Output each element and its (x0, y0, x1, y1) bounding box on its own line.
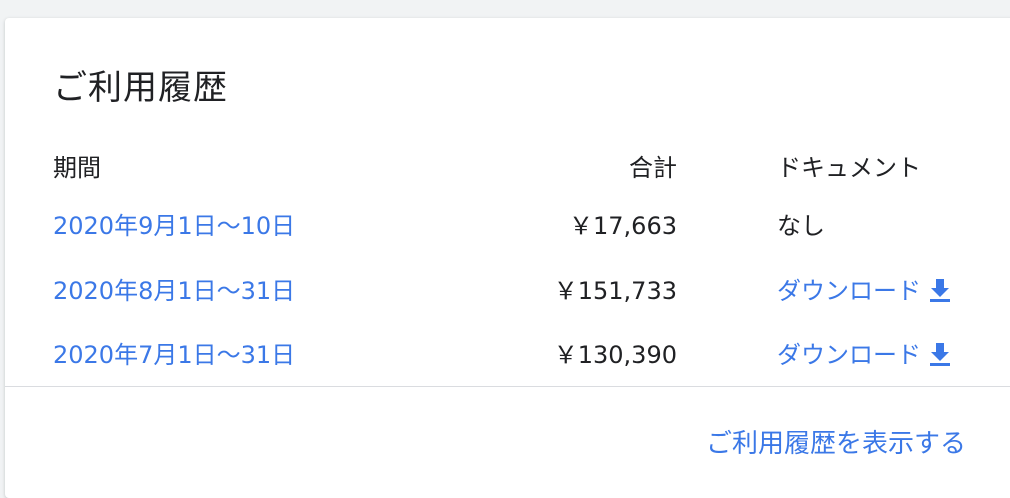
download-link-label: ダウンロード (777, 341, 921, 369)
column-header-period: 期間 (53, 154, 101, 182)
period-link[interactable]: 2020年8月1日～31日 (53, 276, 295, 306)
row-total: ￥17,663 (569, 212, 677, 240)
download-icon (930, 279, 950, 302)
download-link[interactable]: ダウンロード (777, 276, 951, 306)
period-link[interactable]: 2020年9月1日～10日 (53, 211, 295, 241)
download-link[interactable]: ダウンロード (777, 340, 951, 370)
column-header-total: 合計 (629, 154, 677, 182)
download-link-label: ダウンロード (777, 277, 921, 305)
document-none-text: なし (777, 212, 825, 240)
row-total: ￥151,733 (553, 277, 677, 305)
usage-history-card: ご利用履歴 期間 合計 ドキュメント 2020年9月1日～10日 ￥17,663… (5, 18, 1010, 498)
download-icon (930, 343, 950, 366)
view-usage-history-link[interactable]: ご利用履歴を表示する (706, 423, 966, 460)
divider (5, 386, 1010, 387)
row-total: ￥130,390 (553, 341, 677, 369)
period-link[interactable]: 2020年7月1日～31日 (53, 340, 295, 370)
column-header-document: ドキュメント (777, 154, 921, 182)
card-title: ご利用履歴 (53, 68, 228, 108)
